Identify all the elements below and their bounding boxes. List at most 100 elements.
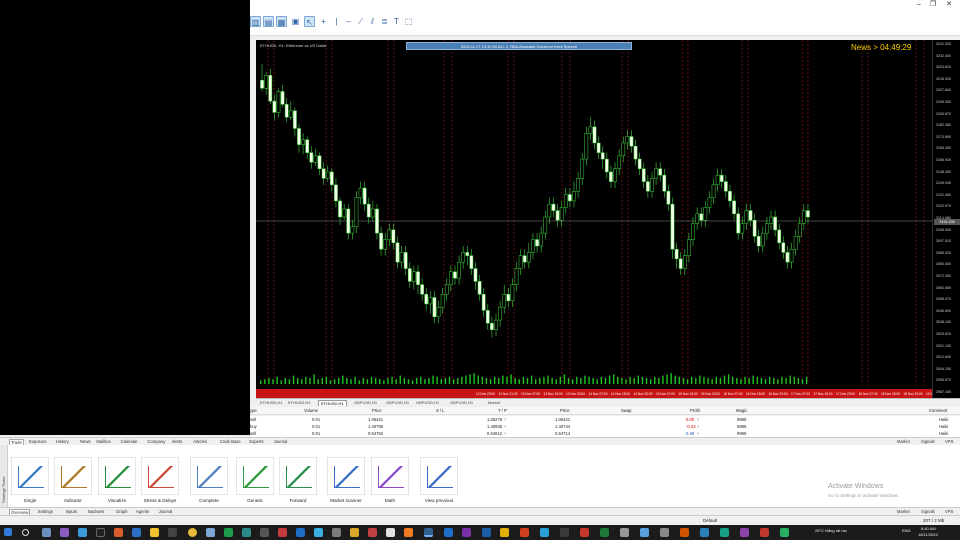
minimize-icon[interactable]: – <box>912 0 926 9</box>
tester-tool-complete[interactable] <box>190 457 228 495</box>
app-icon[interactable] <box>296 528 305 537</box>
app-icon[interactable] <box>462 528 471 537</box>
trendline-icon[interactable]: ⟋ <box>355 16 366 27</box>
weather-widget[interactable]: 26°C Nắng rải rác <box>815 528 847 533</box>
app-icon[interactable] <box>224 528 233 537</box>
task-view-icon[interactable] <box>42 528 51 537</box>
app-icon[interactable] <box>640 528 649 537</box>
close-position-icon[interactable]: × <box>697 430 699 437</box>
app-icon[interactable] <box>620 528 629 537</box>
app-icon[interactable] <box>314 528 323 537</box>
app-icon[interactable] <box>132 528 141 537</box>
app-icon[interactable] <box>600 528 609 537</box>
app-icon[interactable] <box>660 528 669 537</box>
tester-tool-market-scanner[interactable] <box>327 457 365 495</box>
app-icon[interactable] <box>332 528 341 537</box>
col-profit[interactable]: Profit <box>690 407 700 415</box>
app-icon[interactable] <box>500 528 509 537</box>
chrome-icon[interactable] <box>188 528 197 537</box>
close-tp-icon[interactable]: × <box>504 430 506 437</box>
app-icon[interactable] <box>700 528 709 537</box>
close-position-icon[interactable]: × <box>697 416 699 423</box>
language-indicator[interactable]: ENG <box>902 528 911 533</box>
chart-tab[interactable]: ETHUSD,H1 <box>318 400 347 406</box>
tester-tool-stress-delays[interactable] <box>141 457 179 495</box>
col-tp[interactable]: T / P <box>498 407 507 415</box>
tester-tool-single[interactable] <box>11 457 49 495</box>
close-tp-icon[interactable]: × <box>504 416 506 423</box>
maximize-icon[interactable]: ❐ <box>926 0 940 9</box>
app-icon[interactable] <box>278 528 287 537</box>
app-icon[interactable] <box>114 528 123 537</box>
tester-tool-indicator[interactable] <box>54 457 92 495</box>
app-icon[interactable] <box>386 528 395 537</box>
app-icon[interactable] <box>78 528 87 537</box>
app-icon[interactable] <box>580 528 589 537</box>
fibonacci-icon[interactable]: ≣ <box>379 16 390 27</box>
clock-time[interactable]: 8:40 AM <box>921 526 936 531</box>
table-row[interactable]: sell 0.01 1.05421 1.05276 × 1.05421 0.00… <box>250 416 960 423</box>
vertical-line-icon[interactable]: | <box>331 16 342 27</box>
app-icon[interactable] <box>760 528 769 537</box>
price-chart[interactable]: 12 Nov 23:00 12 Nov 21:00 13 Nov 07:00 13 N… <box>256 40 932 398</box>
close-icon[interactable]: ✕ <box>942 0 956 9</box>
chart-tab[interactable]: GBPUSD,H1 <box>352 400 379 406</box>
app-icon[interactable] <box>404 528 413 537</box>
chart-tab[interactable]: ETHUSD,H1 <box>258 400 285 406</box>
app-icon[interactable] <box>780 528 789 537</box>
search-icon[interactable] <box>22 529 29 536</box>
col-swap[interactable]: Swap <box>621 407 631 415</box>
app-icon[interactable] <box>720 528 729 537</box>
app-icon[interactable] <box>96 528 105 537</box>
line-chart-icon[interactable]: ▦ <box>276 16 287 27</box>
start-icon[interactable] <box>4 528 12 536</box>
tester-tool-genetic[interactable] <box>236 457 274 495</box>
tester-tool-math[interactable] <box>371 457 409 495</box>
chart-tab[interactable]: Market <box>486 400 502 406</box>
app-icon[interactable] <box>350 528 359 537</box>
channel-icon[interactable]: ⫽ <box>367 16 378 27</box>
chart-tab[interactable]: ETHUSD,H1 <box>286 400 313 406</box>
col-magic[interactable]: Magic <box>736 407 747 415</box>
app-icon[interactable] <box>680 528 689 537</box>
chart-tab[interactable]: GBPUSD,H1 <box>448 400 475 406</box>
app-icon[interactable] <box>520 528 529 537</box>
bar-chart-icon[interactable]: ▥ <box>250 16 261 27</box>
table-row[interactable]: sell 0.01 0.64762 0.64612 × 0.64714 0.48… <box>250 430 960 437</box>
col-volume[interactable]: Volume <box>304 407 318 415</box>
col-price2[interactable]: Price <box>560 407 570 415</box>
app-icon[interactable] <box>368 528 377 537</box>
tester-tool-visualize[interactable] <box>98 457 136 495</box>
app-icon[interactable] <box>540 528 549 537</box>
clock-date[interactable]: 18/11/2024 <box>918 532 938 537</box>
chart-tab[interactable]: GBPUSD,H1 <box>414 400 441 406</box>
app-icon[interactable] <box>60 528 69 537</box>
zoom-in-icon[interactable]: ▣ <box>290 16 301 27</box>
col-price[interactable]: Price <box>372 407 382 415</box>
app-icon[interactable] <box>482 528 491 537</box>
candlestick-icon[interactable]: ▤ <box>263 16 274 27</box>
col-comment[interactable]: Comment <box>929 407 947 415</box>
metatrader-icon[interactable] <box>424 528 433 537</box>
word-icon[interactable] <box>444 528 453 537</box>
app-icon[interactable] <box>260 528 269 537</box>
app-icon[interactable] <box>560 528 569 537</box>
shapes-icon[interactable]: ⬚ <box>403 16 414 27</box>
close-position-icon[interactable]: × <box>697 423 699 430</box>
folder-icon[interactable] <box>150 528 159 537</box>
news-banner[interactable]: 2024.11.17 13:10:00 AU: 2, RBA Assistant… <box>406 42 632 50</box>
app-icon[interactable] <box>206 528 215 537</box>
text-icon[interactable]: T <box>391 16 402 27</box>
app-icon[interactable] <box>740 528 749 537</box>
tester-tool-view-previous[interactable] <box>420 457 458 495</box>
horizontal-line-icon[interactable]: – <box>343 16 354 27</box>
tester-tool-forward[interactable] <box>279 457 317 495</box>
table-row[interactable]: buy 0.01 1.40785 1.40935 × 1.40744 -0.33… <box>250 423 960 430</box>
cursor-icon[interactable]: ↖ <box>304 16 315 27</box>
chart-tab[interactable]: GBPUSD,H1 <box>384 400 411 406</box>
close-tp-icon[interactable]: × <box>504 423 506 430</box>
crosshair-icon[interactable]: + <box>318 16 329 27</box>
col-sl[interactable]: S / L <box>436 407 445 415</box>
col-type[interactable]: ype <box>250 407 257 415</box>
app-icon[interactable] <box>242 528 251 537</box>
